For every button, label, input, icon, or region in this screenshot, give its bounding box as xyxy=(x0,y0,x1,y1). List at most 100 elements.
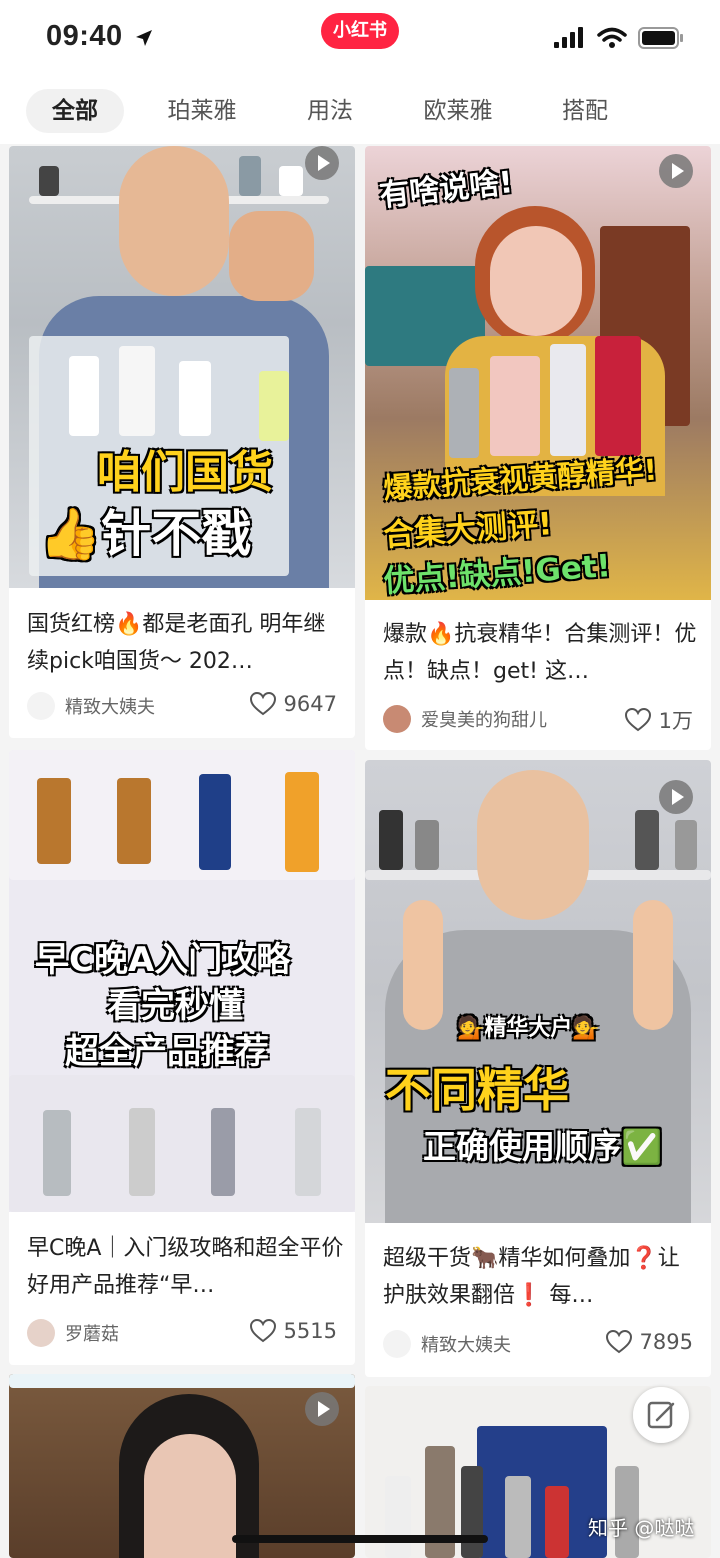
like-button[interactable]: 5515 xyxy=(249,1319,337,1343)
heart-icon xyxy=(605,1330,632,1354)
avatar[interactable] xyxy=(383,1330,411,1358)
post-author[interactable]: 罗蘑菇 xyxy=(27,1319,119,1347)
product-bottle xyxy=(379,810,403,870)
tab-usage[interactable]: 用法 xyxy=(290,89,370,133)
product-bottle xyxy=(449,368,479,458)
product-bottle xyxy=(550,344,586,456)
tab-all[interactable]: 全部 xyxy=(26,89,124,133)
thumbnail-caption: 爆款抗衰视黄醇精华! xyxy=(382,452,659,506)
post-title[interactable]: 超级干货🐂精华如何叠加❓让护肤效果翻倍❗ 每… xyxy=(383,1240,701,1314)
product-bottle xyxy=(239,156,261,196)
person-face xyxy=(144,1434,236,1558)
product-bottle xyxy=(69,356,99,436)
post-author[interactable]: 精致大姨夫 xyxy=(383,1330,511,1358)
product-bottle xyxy=(117,778,151,864)
author-name: 精致大姨夫 xyxy=(65,697,155,718)
status-time: 09:40 xyxy=(46,20,123,52)
product-bottle xyxy=(211,1108,235,1196)
play-icon xyxy=(305,146,339,180)
post-author[interactable]: 精致大姨夫 xyxy=(27,692,155,720)
pointing-hand xyxy=(403,900,443,1030)
product-bottle xyxy=(179,361,211,436)
feed-card[interactable]: 💁精华大户💁 不同精华 正确使用顺序✅ 超级干货🐂精华如何叠加❓让护肤效果翻倍❗… xyxy=(365,760,711,1377)
feed-card[interactable]: 有啥说啥! 爆款抗衰视黄醇精华! 合集大测评! 优点!缺点!Get! 爆款🔥抗衰… xyxy=(365,146,711,750)
app-logo: 小红书 xyxy=(321,13,399,49)
thumbnail-caption: 不同精华 xyxy=(385,1063,569,1117)
feed-card[interactable] xyxy=(9,1374,355,1558)
thumbnail-caption: 👍针不戳 xyxy=(39,505,252,563)
product-bottle xyxy=(259,371,289,441)
like-button[interactable]: 7895 xyxy=(605,1330,693,1354)
tab-proya[interactable]: 珀莱雅 xyxy=(152,89,252,133)
compose-button[interactable] xyxy=(633,1387,689,1443)
product-bottle xyxy=(415,820,439,870)
signal-icon xyxy=(554,27,583,48)
heart-icon xyxy=(249,1319,276,1343)
video-thumbnail[interactable] xyxy=(9,1374,355,1558)
location-arrow-icon xyxy=(136,30,152,46)
author-name: 爱臭美的狗甜儿 xyxy=(421,710,547,731)
feed-card[interactable]: 咱们国货 👍针不戳 国货红榜🔥都是老面孔 明年继续pick咱国货～ 202… 精… xyxy=(9,146,355,738)
product-bottle xyxy=(129,1108,155,1196)
post-author[interactable]: 爱臭美的狗甜儿 xyxy=(383,705,547,733)
avatar[interactable] xyxy=(383,705,411,733)
thumbs-up-hand xyxy=(229,211,314,301)
play-icon xyxy=(305,1392,339,1426)
play-icon xyxy=(659,780,693,814)
author-name: 精致大姨夫 xyxy=(421,1335,511,1356)
like-count: 1万 xyxy=(658,709,693,733)
video-thumbnail[interactable]: 有啥说啥! 爆款抗衰视黄醇精华! 合集大测评! 优点!缺点!Get! xyxy=(365,146,711,600)
thumbnail-caption: 💁精华大户💁 xyxy=(457,1016,600,1041)
product-bottle xyxy=(39,166,59,196)
note-image[interactable]: 早C晚A入门攻略 看完秒懂 超全产品推荐 xyxy=(9,750,355,1212)
product-bottle xyxy=(43,1110,71,1196)
avatar[interactable] xyxy=(27,1319,55,1347)
product-bottle xyxy=(461,1466,483,1558)
like-button[interactable]: 9647 xyxy=(249,692,337,716)
product-bottle xyxy=(385,1476,411,1558)
edit-icon xyxy=(647,1401,675,1429)
battery-icon xyxy=(638,27,683,49)
product-bottle xyxy=(279,166,303,196)
thumbnail-caption: 看完秒懂 xyxy=(107,986,243,1026)
person-head xyxy=(477,770,589,920)
thumbnail-caption: 早C晚A入门攻略 xyxy=(35,940,291,980)
thumbnail-caption: 正确使用顺序✅ xyxy=(423,1127,663,1166)
like-count: 9647 xyxy=(283,692,337,716)
like-button[interactable]: 1万 xyxy=(624,705,693,735)
heart-icon xyxy=(624,708,651,732)
product-bottle xyxy=(119,346,155,436)
product-bottle xyxy=(545,1486,569,1558)
thumbnail-caption: 咱们国货 xyxy=(97,447,273,498)
person-face xyxy=(490,226,582,336)
like-count: 5515 xyxy=(283,1319,337,1343)
avatar[interactable] xyxy=(27,692,55,720)
wifi-icon xyxy=(597,27,627,48)
product-bottle xyxy=(285,772,319,872)
post-title[interactable]: 国货红榜🔥都是老面孔 明年继续pick咱国货～ 202… xyxy=(27,606,345,680)
header-strip xyxy=(9,1374,355,1388)
product-bottle xyxy=(199,774,231,870)
tab-pairing[interactable]: 搭配 xyxy=(545,89,625,133)
product-bottle xyxy=(295,1108,321,1196)
video-thumbnail[interactable]: 咱们国货 👍针不戳 xyxy=(9,146,355,588)
person-head xyxy=(119,146,229,296)
product-bottle xyxy=(37,778,71,864)
author-name: 罗蘑菇 xyxy=(65,1324,119,1345)
post-title[interactable]: 爆款🔥抗衰精华！合集测评！优点！缺点！get! 这… xyxy=(383,616,701,690)
product-bottle xyxy=(635,810,659,870)
post-title[interactable]: 早C晚A｜入门级攻略和超全平价好用产品推荐“早… xyxy=(27,1230,345,1304)
product-bottle xyxy=(595,336,641,456)
pointing-hand xyxy=(633,900,673,1030)
thumbnail-caption: 有啥说啥! xyxy=(377,165,515,214)
feed-card[interactable]: 早C晚A入门攻略 看完秒懂 超全产品推荐 早C晚A｜入门级攻略和超全平价好用产品… xyxy=(9,750,355,1365)
product-bottle xyxy=(490,356,540,456)
product-bottle xyxy=(505,1476,531,1558)
heart-icon xyxy=(249,692,276,716)
home-indicator[interactable] xyxy=(232,1535,488,1543)
product-bottle xyxy=(675,820,697,870)
status-bar: 09:40 小红书 xyxy=(0,0,720,80)
like-count: 7895 xyxy=(639,1330,693,1354)
video-thumbnail[interactable]: 💁精华大户💁 不同精华 正确使用顺序✅ xyxy=(365,760,711,1223)
tab-loreal[interactable]: 欧莱雅 xyxy=(408,89,508,133)
